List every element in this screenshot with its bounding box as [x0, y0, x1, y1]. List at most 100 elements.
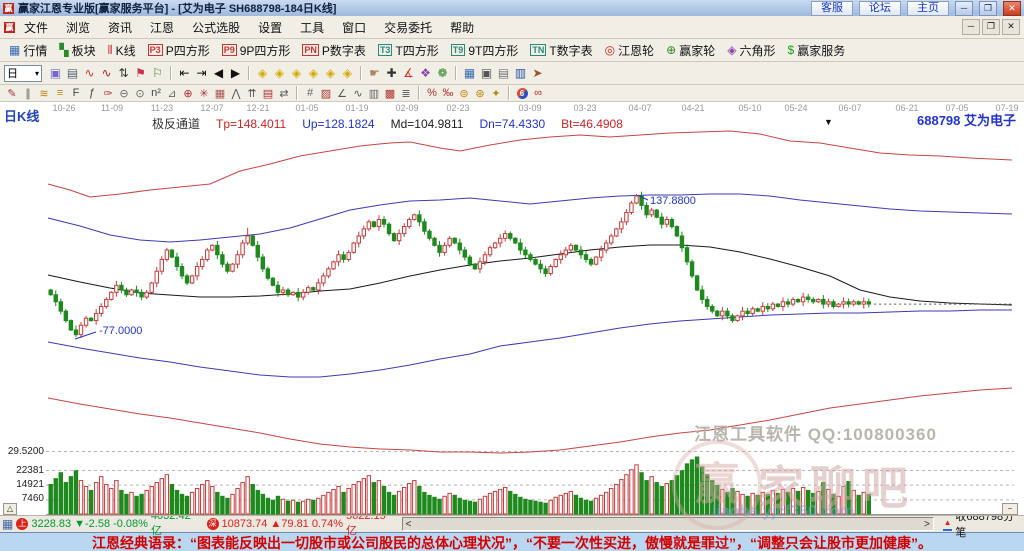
period-selector[interactable]: 日 ▾ [4, 64, 42, 82]
crosshair-tool-icon[interactable]: ✚ [383, 65, 400, 81]
gann-diamond-4-icon[interactable]: ◈ [305, 65, 322, 81]
t-number-table-button[interactable]: TN T数字表 [524, 42, 598, 59]
updown-arrows-icon[interactable]: ⇅ [115, 65, 132, 81]
triangle-icon[interactable]: ⊿ [164, 87, 180, 100]
info-list-icon[interactable]: ▤ [64, 65, 81, 81]
gann-diamond-3-icon[interactable]: ◈ [288, 65, 305, 81]
shade-box-icon[interactable]: ▨ [318, 87, 334, 100]
maximize-button[interactable]: ❐ [979, 0, 997, 16]
chart-area[interactable]: 10-26 11-09 11-23 12-07 12-21 01-05 01-19 02-09… [0, 102, 1024, 530]
gann-diamond-2-icon[interactable]: ◈ [271, 65, 288, 81]
prev-bar-icon[interactable]: ◀ [210, 65, 227, 81]
close-button[interactable]: ✕ [1003, 0, 1021, 16]
menu-news[interactable]: 资讯 [99, 17, 141, 38]
scroll-left-arrow[interactable]: < [406, 519, 412, 530]
calculator-icon[interactable]: ▣ [478, 65, 495, 81]
volume-collapse-button[interactable]: − [1002, 503, 1018, 515]
ellipse-icon[interactable]: ⊖ [116, 87, 132, 100]
gann-diamond-1-icon[interactable]: ◈ [254, 65, 271, 81]
next-bar-icon[interactable]: ▶ [227, 65, 244, 81]
sh-index-icon[interactable]: 上 [16, 518, 29, 530]
function-icon[interactable]: ƒ [84, 87, 100, 100]
kline-button[interactable]: ⫴ K线 [102, 42, 142, 59]
gann-diamond-5-icon[interactable]: ◈ [322, 65, 339, 81]
winner-wheel-button[interactable]: ⊕ 赢家轮 [660, 42, 721, 59]
circle-cross-icon[interactable]: ⊕ [180, 87, 196, 100]
customer-service-button[interactable]: 客服 [811, 0, 853, 16]
chart-dropdown-icon[interactable]: ▼ [824, 117, 833, 127]
gann-fan-icon[interactable]: ✳ [196, 87, 212, 100]
order-icon[interactable]: ➤ [529, 65, 546, 81]
fibonacci-icon[interactable]: F [68, 87, 84, 100]
menu-settings[interactable]: 设置 [249, 17, 291, 38]
menu-window[interactable]: 窗口 [333, 17, 375, 38]
parallel-lines-icon[interactable]: ∥ [20, 87, 36, 100]
p-square-button[interactable]: P3 P四方形 [142, 42, 216, 59]
quotes-button[interactable]: ▦ 行情 [3, 42, 53, 59]
mdi-close-button[interactable]: ✕ [1002, 19, 1020, 35]
pencil-icon[interactable]: ✎ [4, 87, 20, 100]
t-square-button[interactable]: T3 T四方形 [372, 42, 445, 59]
menu-file[interactable]: 文件 [15, 17, 57, 38]
gann-web-icon[interactable]: ❖ [417, 65, 434, 81]
menu-browse[interactable]: 浏览 [57, 17, 99, 38]
percent-icon[interactable]: % [424, 87, 440, 100]
forum-button[interactable]: 论坛 [859, 0, 901, 16]
hand-tool-icon[interactable]: ☛ [366, 65, 383, 81]
trend-line2-icon[interactable]: ∿ [98, 65, 115, 81]
gann-diamond-6-icon[interactable]: ◈ [339, 65, 356, 81]
index-scroll-bar[interactable]: < > [401, 517, 934, 531]
bands-icon[interactable]: ▥ [366, 87, 382, 100]
golden-levels-icon[interactable]: ≡ [52, 87, 68, 100]
golden-star-icon[interactable]: ⊛ [472, 87, 488, 100]
indicator-flag-icon[interactable]: ⚐ [149, 65, 166, 81]
mdi-minimize-button[interactable]: ─ [962, 19, 980, 35]
winner-service-button[interactable]: $ 赢家服务 [782, 42, 852, 59]
volume-expand-button[interactable]: △ [3, 503, 17, 515]
angle-tool-icon[interactable]: ∡ [400, 65, 417, 81]
infinity-icon[interactable]: ∞ [530, 87, 546, 100]
permille-icon[interactable]: ‰ [440, 87, 456, 100]
menu-gann[interactable]: 江恩 [141, 17, 183, 38]
menu-formula-picker[interactable]: 公式选股 [183, 17, 249, 38]
quote-grid-icon[interactable]: ▦ [2, 517, 13, 531]
arrows-up-icon[interactable]: ⇈ [244, 87, 260, 100]
spiral-icon[interactable]: ❁ [434, 65, 451, 81]
9p-square-button[interactable]: P9 9P四方形 [216, 42, 297, 59]
homepage-button[interactable]: 主页 [907, 0, 949, 16]
circle-icon[interactable]: ⊙ [132, 87, 148, 100]
last-bar-icon[interactable]: ⇥ [193, 65, 210, 81]
kline-style-icon[interactable]: ⚑ [132, 65, 149, 81]
chart-canvas[interactable]: 10-26 11-09 11-23 12-07 12-21 01-05 01-19 02-09… [0, 102, 1024, 515]
star-icon[interactable]: ✦ [488, 87, 504, 100]
hash-icon[interactable]: # [302, 87, 318, 100]
sectors-button[interactable]: ▚ 板块 [53, 42, 101, 59]
price-label-icon[interactable]: ▤ [260, 87, 276, 100]
trend-line-icon[interactable]: ∿ [81, 65, 98, 81]
save-icon[interactable]: ▥ [512, 65, 529, 81]
menu-tools[interactable]: 工具 [291, 17, 333, 38]
sz-index-icon[interactable]: 深 [206, 518, 219, 530]
mesh-icon[interactable]: ▩ [382, 87, 398, 100]
9t-square-button[interactable]: T9 9T四方形 [445, 42, 525, 59]
calendar-icon[interactable]: ▦ [461, 65, 478, 81]
mdi-restore-button[interactable]: ❐ [982, 19, 1000, 35]
grid-icon[interactable]: ▦ [212, 87, 228, 100]
angle2-icon[interactable]: ∠ [334, 87, 350, 100]
menu-help[interactable]: 帮助 [441, 17, 483, 38]
menu-trade[interactable]: 交易委托 [375, 17, 441, 38]
first-bar-icon[interactable]: ⇤ [176, 65, 193, 81]
scroll-right-arrow[interactable]: > [924, 519, 930, 530]
brush-icon[interactable]: ✑ [100, 87, 116, 100]
p-number-table-button[interactable]: PN P数字表 [296, 42, 372, 59]
six-gram-icon[interactable]: 6 [514, 87, 530, 100]
golden-wave-icon[interactable]: ≋ [36, 87, 52, 100]
golden-circle-icon[interactable]: ⊜ [456, 87, 472, 100]
notepad-icon[interactable]: ▤ [495, 65, 512, 81]
rails-icon[interactable]: ≣ [398, 87, 414, 100]
hexagon-button[interactable]: ◈ 六角形 [721, 42, 781, 59]
zigzag-icon[interactable]: ⋀ [228, 87, 244, 100]
minimize-button[interactable]: ─ [955, 0, 973, 16]
wave2-icon[interactable]: ∿ [350, 87, 366, 100]
n-square-icon[interactable]: n² [148, 87, 164, 100]
